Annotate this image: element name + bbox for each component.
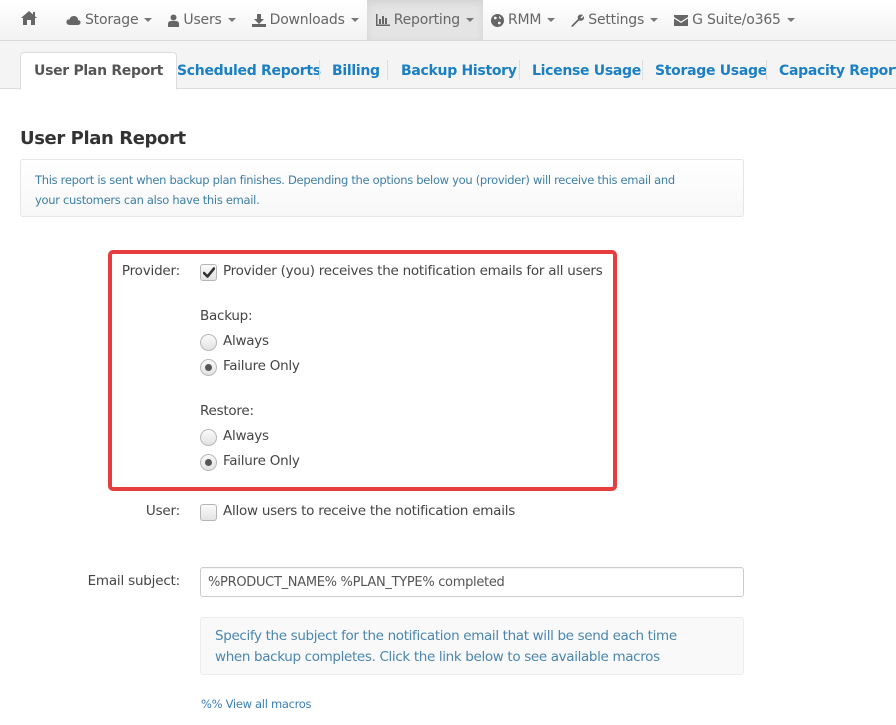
- provider-checkbox-label: Provider (you) receives the notification…: [223, 263, 603, 279]
- tab-label: License Usage: [532, 62, 641, 79]
- backup-failure-only-label: Failure Only: [223, 358, 300, 374]
- tab-divider: [319, 60, 320, 80]
- wrench-icon: [571, 13, 585, 27]
- report-tabs: User Plan Report Scheduled Reports Billi…: [0, 41, 896, 90]
- chevron-down-icon: [650, 18, 659, 22]
- user-label: User:: [145, 503, 180, 519]
- envelope-icon: [674, 14, 689, 26]
- tab-label: Scheduled Reports: [177, 62, 321, 79]
- restore-always-label: Always: [223, 428, 269, 444]
- radio-selected-dot: [205, 364, 212, 371]
- tab-divider: [387, 60, 388, 80]
- nav-users-label: Users: [183, 12, 222, 28]
- tab-divider: [642, 60, 643, 80]
- nav-gsuite[interactable]: G Suite/o365: [666, 0, 803, 40]
- help-line: Specify the subject for the notification…: [215, 628, 677, 644]
- top-navbar: Storage Users Downloads Reporting RMM Se: [0, 0, 896, 41]
- tab-label: Capacity Report: [779, 62, 896, 79]
- nav-settings-label: Settings: [588, 12, 645, 28]
- nav-downloads[interactable]: Downloads: [244, 0, 367, 40]
- radio-selected-dot: [205, 459, 212, 466]
- view-all-macros-link[interactable]: %% View all macros: [201, 697, 312, 711]
- restore-failure-only-radio[interactable]: [200, 454, 217, 471]
- nav-downloads-label: Downloads: [269, 12, 345, 28]
- cloud-icon: [66, 15, 81, 26]
- backup-failure-only-radio[interactable]: [200, 359, 217, 376]
- checkmark-icon: [202, 263, 215, 282]
- highlight-annotation: [108, 250, 617, 491]
- backup-always-radio[interactable]: [200, 334, 217, 351]
- tab-billing[interactable]: Billing: [332, 52, 380, 89]
- tab-label: User Plan Report: [34, 63, 164, 79]
- tab-backup-history[interactable]: Backup History: [401, 52, 517, 89]
- globe-icon: [490, 13, 504, 27]
- email-subject-input[interactable]: [200, 567, 744, 597]
- tab-label: Backup History: [401, 62, 517, 79]
- nav-users[interactable]: Users: [160, 0, 243, 40]
- download-icon: [251, 13, 266, 27]
- user-checkbox-label: Allow users to receive the notification …: [223, 503, 515, 519]
- user-checkbox[interactable]: [200, 504, 217, 521]
- tab-divider: [766, 60, 767, 80]
- chevron-down-icon: [547, 18, 556, 22]
- provider-checkbox[interactable]: [200, 264, 217, 281]
- chevron-down-icon: [350, 18, 359, 22]
- nav-gsuite-label: G Suite/o365: [692, 12, 781, 28]
- nav-rmm-label: RMM: [507, 12, 542, 28]
- email-subject-label: Email subject:: [87, 573, 181, 589]
- chevron-down-icon: [786, 18, 795, 22]
- tab-label: Billing: [332, 62, 380, 79]
- restore-always-radio[interactable]: [200, 429, 217, 446]
- help-line: when backup completes. Click the link be…: [215, 649, 660, 665]
- tab-user-plan-report[interactable]: User Plan Report: [20, 52, 178, 90]
- email-subject-help: Specify the subject for the notification…: [200, 617, 744, 675]
- chevron-down-icon: [465, 18, 474, 22]
- bar-chart-icon: [375, 14, 390, 26]
- tab-divider: [519, 60, 520, 80]
- tab-capacity-report[interactable]: Capacity Report: [779, 52, 896, 89]
- info-line: your customers can also have this email.: [35, 193, 260, 207]
- user-icon: [168, 14, 180, 27]
- backup-always-label: Always: [223, 333, 269, 349]
- tab-label: Storage Usage: [655, 62, 767, 79]
- chevron-down-icon: [144, 18, 153, 22]
- restore-failure-only-label: Failure Only: [223, 453, 300, 469]
- nav-storage-label: Storage: [85, 12, 139, 28]
- backup-label: Backup:: [200, 308, 253, 324]
- nav-reporting-label: Reporting: [393, 12, 460, 28]
- home-button[interactable]: [0, 0, 58, 40]
- nav-settings[interactable]: Settings: [563, 0, 666, 40]
- restore-label: Restore:: [200, 403, 254, 419]
- chevron-down-icon: [227, 18, 236, 22]
- info-description: This report is sent when backup plan fin…: [20, 159, 744, 217]
- home-icon: [20, 10, 38, 30]
- tab-license-usage[interactable]: License Usage: [532, 52, 641, 89]
- info-line: This report is sent when backup plan fin…: [35, 173, 675, 187]
- page-title: User Plan Report: [20, 128, 186, 149]
- tab-scheduled-reports[interactable]: Scheduled Reports: [177, 52, 321, 89]
- nav-storage[interactable]: Storage: [58, 0, 160, 40]
- nav-rmm[interactable]: RMM: [483, 0, 563, 40]
- provider-label: Provider:: [121, 263, 180, 279]
- tab-storage-usage[interactable]: Storage Usage: [655, 52, 767, 89]
- nav-reporting[interactable]: Reporting: [366, 0, 483, 40]
